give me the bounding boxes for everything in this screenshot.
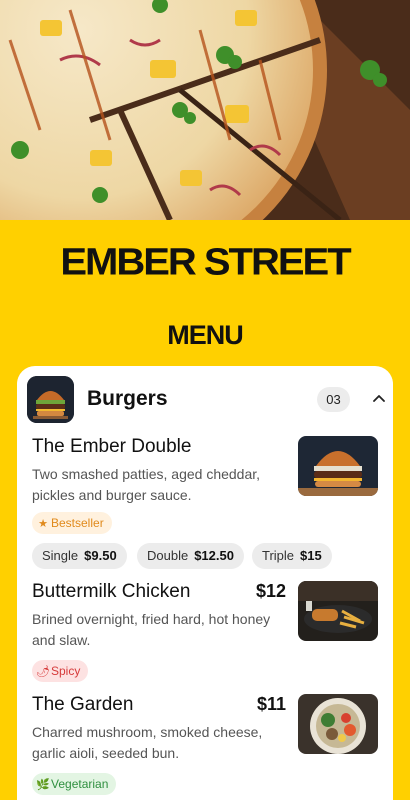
hero-pizza-image (0, 0, 410, 220)
item-price: $12 (255, 581, 286, 601)
item-photo (298, 581, 378, 641)
item-count-badge: 03 (317, 387, 350, 412)
item-name: Buttermilk Chicken (32, 581, 191, 602)
menu-item-ember-double[interactable]: The Ember Double Two smashed patties, ag… (32, 436, 378, 569)
star-icon: ★ (38, 518, 48, 530)
menu-item-the-garden[interactable]: The Garden $11 Charred mushroom, smoked … (32, 694, 378, 795)
leaf-icon: 🌿 (36, 779, 50, 791)
item-name: The Garden (32, 694, 134, 715)
item-name: The Ember Double (32, 436, 192, 457)
size-option-double[interactable]: Double $12.50 (137, 543, 244, 569)
category-title: Burgers (87, 387, 168, 410)
item-description: Two smashed patties, aged cheddar, pickl… (32, 466, 261, 503)
chevron-up-icon[interactable] (370, 390, 388, 408)
size-options: Single $9.50 Double $12.50 Triple $15 (32, 543, 378, 569)
item-photo (298, 436, 378, 496)
item-description: Charred mushroom, smoked cheese, garlic … (32, 724, 263, 761)
menu-item-buttermilk-chicken[interactable]: Buttermilk Chicken $12 Brined overnight,… (32, 581, 378, 682)
size-option-single[interactable]: Single $9.50 (32, 543, 127, 569)
item-photo (298, 694, 378, 754)
item-description: Brined overnight, fried hard, hot honey … (32, 611, 271, 648)
menu-heading: MENU (167, 320, 244, 350)
bestseller-badge: ★ Bestseller (32, 512, 112, 534)
brand-title: EMBER STREET (60, 241, 351, 283)
category-card: Burgers 03 The Ember Double Two smashed … (17, 366, 393, 800)
size-option-triple[interactable]: Triple $15 (252, 543, 332, 569)
chili-icon: 🌶 (36, 666, 50, 678)
item-price: $11 (256, 694, 286, 714)
spicy-badge: 🌶Spicy (32, 660, 89, 682)
category-header[interactable]: Burgers 03 (27, 376, 385, 424)
vegetarian-badge: 🌿Vegetarian (32, 773, 117, 795)
burger-thumbnail (27, 376, 74, 423)
